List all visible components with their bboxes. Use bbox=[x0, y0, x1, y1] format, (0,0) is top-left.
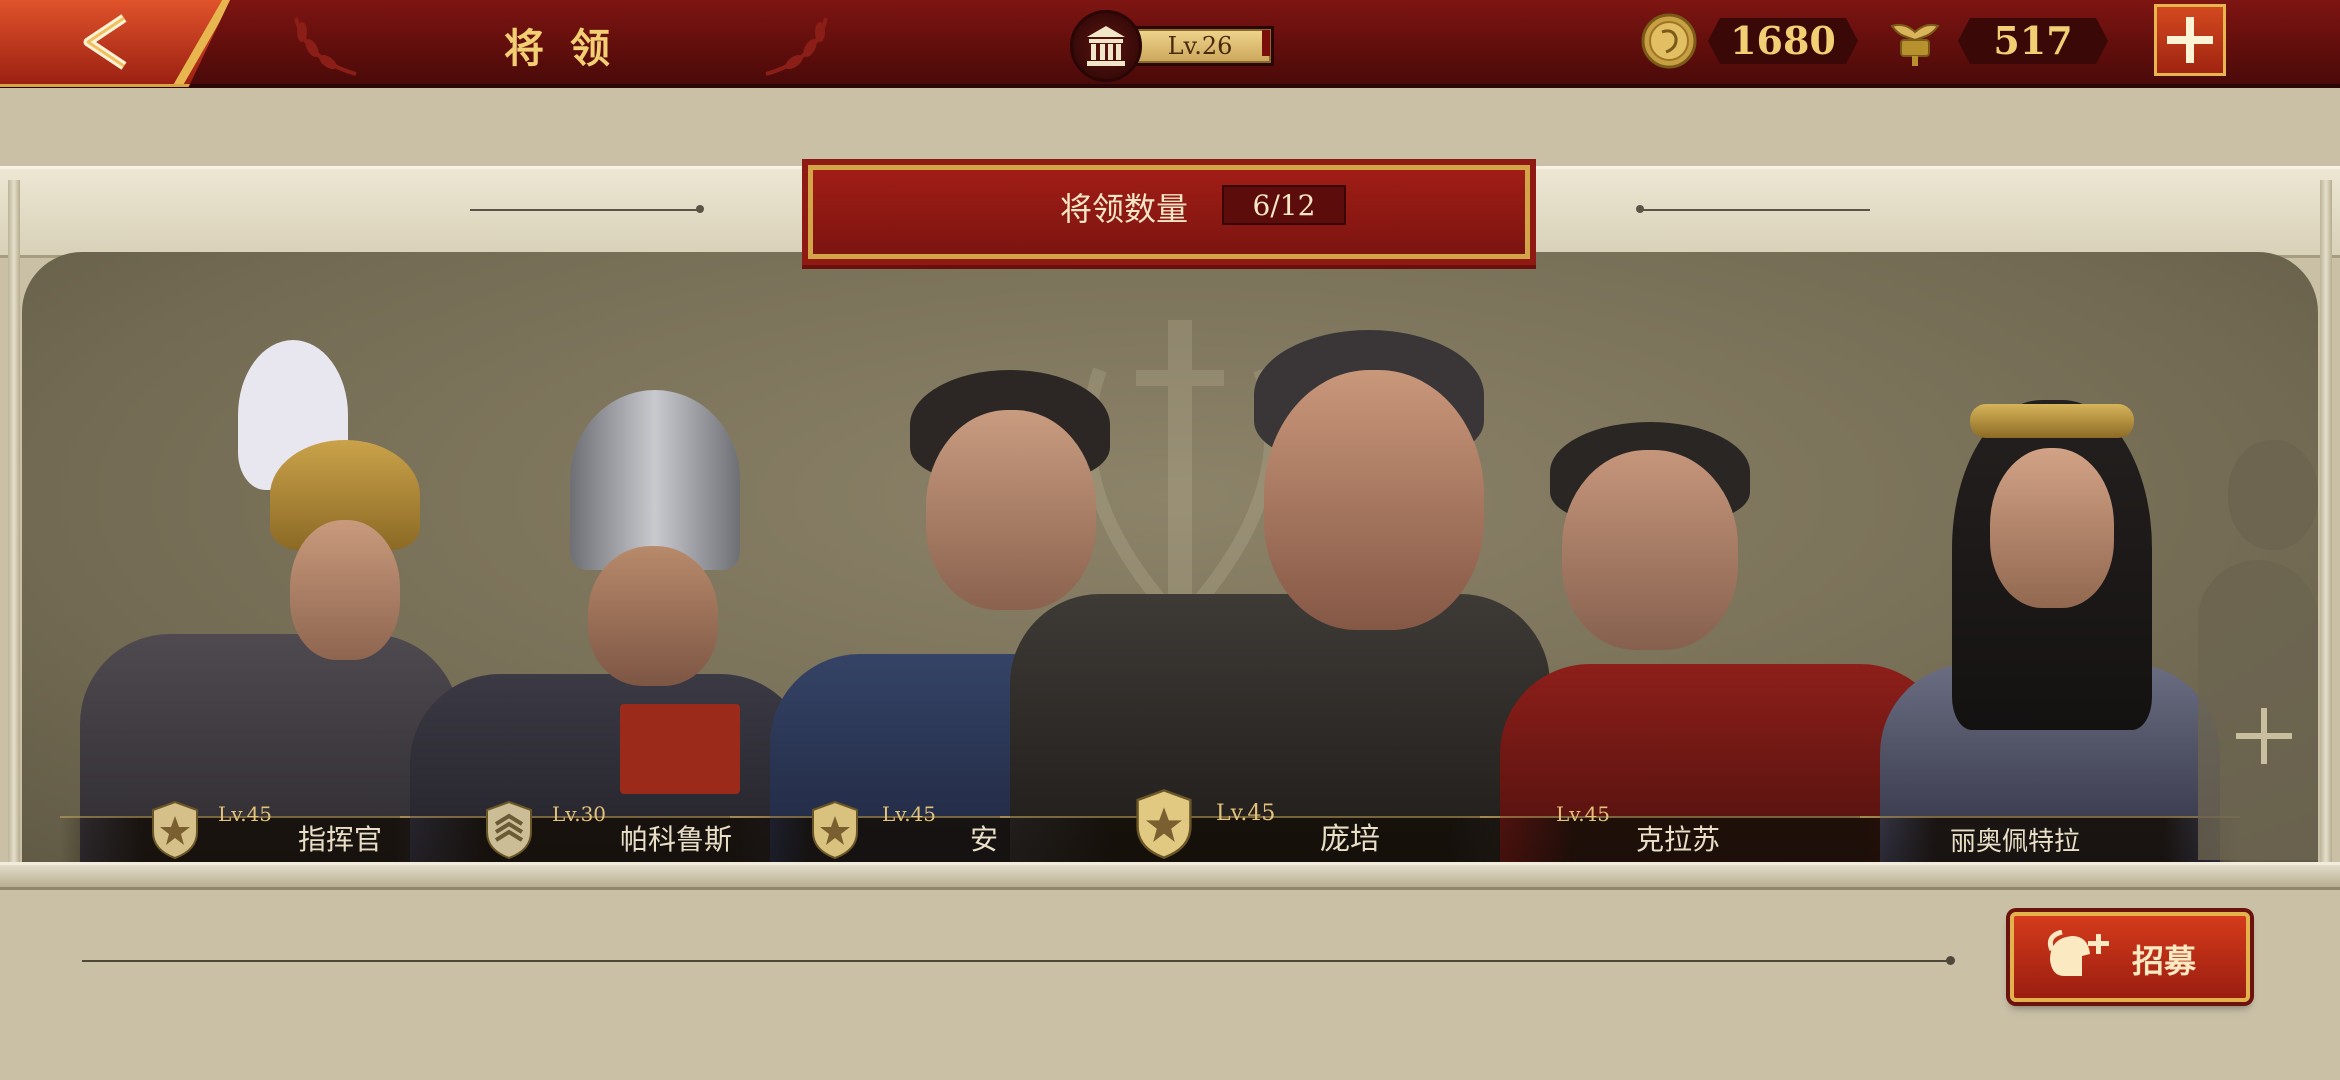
star-rank-icon bbox=[812, 800, 858, 860]
divider-dot bbox=[1636, 205, 1644, 213]
star-rank-icon bbox=[1136, 789, 1192, 859]
chevron-left-icon bbox=[83, 14, 127, 70]
laurel-right-icon bbox=[765, 17, 828, 76]
laurel-left-icon bbox=[294, 17, 357, 76]
divider-dot bbox=[1946, 956, 1955, 965]
chevron-rank-icon bbox=[486, 800, 532, 860]
hero-level: Lv.30 bbox=[552, 802, 607, 826]
hero-name: 丽奥佩特拉 bbox=[1950, 827, 2081, 857]
hero-name: 帕科鲁斯 bbox=[620, 823, 733, 856]
divider bbox=[1640, 209, 1870, 211]
divider bbox=[82, 960, 1952, 962]
recruit-button[interactable]: 招募 bbox=[2010, 912, 2250, 1002]
hero-face bbox=[1264, 370, 1484, 630]
star-rank-icon bbox=[152, 800, 198, 860]
hero-name: 庞培 bbox=[1320, 822, 1380, 857]
temple-icon[interactable] bbox=[1070, 10, 1142, 82]
level-bar-cap bbox=[1262, 30, 1270, 56]
hero-level: Lv.45 bbox=[1216, 801, 1276, 826]
hero-name: 安 bbox=[970, 823, 999, 856]
hero-name: 指挥官 bbox=[298, 823, 383, 856]
plus-icon bbox=[2167, 17, 2213, 63]
spqr-amount: 517 bbox=[1958, 18, 2108, 64]
hero-count-value: 6/12 bbox=[1222, 185, 1346, 225]
divider bbox=[470, 209, 700, 211]
spqr-eagle-icon bbox=[1890, 23, 1940, 66]
stage-ledge bbox=[0, 862, 2340, 890]
hero-card-featured[interactable]: Lv.45 庞培 bbox=[1000, 320, 1560, 864]
hero-nameplate bbox=[1000, 816, 1560, 864]
plus-icon bbox=[2236, 708, 2292, 764]
coin-amount: 1680 bbox=[1708, 18, 1858, 64]
hero-count-label: 将领数量 bbox=[1060, 190, 1189, 228]
hero-scarf bbox=[620, 704, 740, 794]
silhouette-head bbox=[2228, 440, 2318, 550]
hero-level: Lv.45 bbox=[218, 802, 273, 826]
helmet-plus-icon bbox=[2047, 930, 2109, 976]
gold-coin-icon bbox=[1641, 13, 1697, 69]
hero-level: Lv.45 bbox=[882, 802, 937, 826]
hero-helmet bbox=[570, 390, 740, 570]
hero-face bbox=[588, 546, 718, 686]
hero-headdress bbox=[1970, 404, 2134, 438]
hero-card[interactable]: 丽奥佩特拉 bbox=[1860, 330, 2240, 864]
add-hero-slot[interactable] bbox=[2198, 440, 2318, 860]
right-column bbox=[2320, 180, 2332, 870]
player-level-label: Lv.26 bbox=[1167, 32, 1233, 60]
hero-face bbox=[1990, 448, 2114, 608]
left-column bbox=[8, 180, 20, 870]
player-level-bar[interactable]: Lv.26 bbox=[1126, 26, 1274, 66]
page-title: 将 领 bbox=[504, 25, 616, 72]
hero-face bbox=[1562, 450, 1738, 650]
divider-dot bbox=[696, 205, 704, 213]
add-currency-button[interactable] bbox=[2154, 4, 2226, 76]
hero-face bbox=[290, 520, 400, 660]
hero-name: 克拉苏 bbox=[1636, 823, 1721, 856]
hero-level: Lv.45 bbox=[1556, 802, 1611, 826]
recruit-label: 招募 bbox=[2132, 942, 2197, 980]
